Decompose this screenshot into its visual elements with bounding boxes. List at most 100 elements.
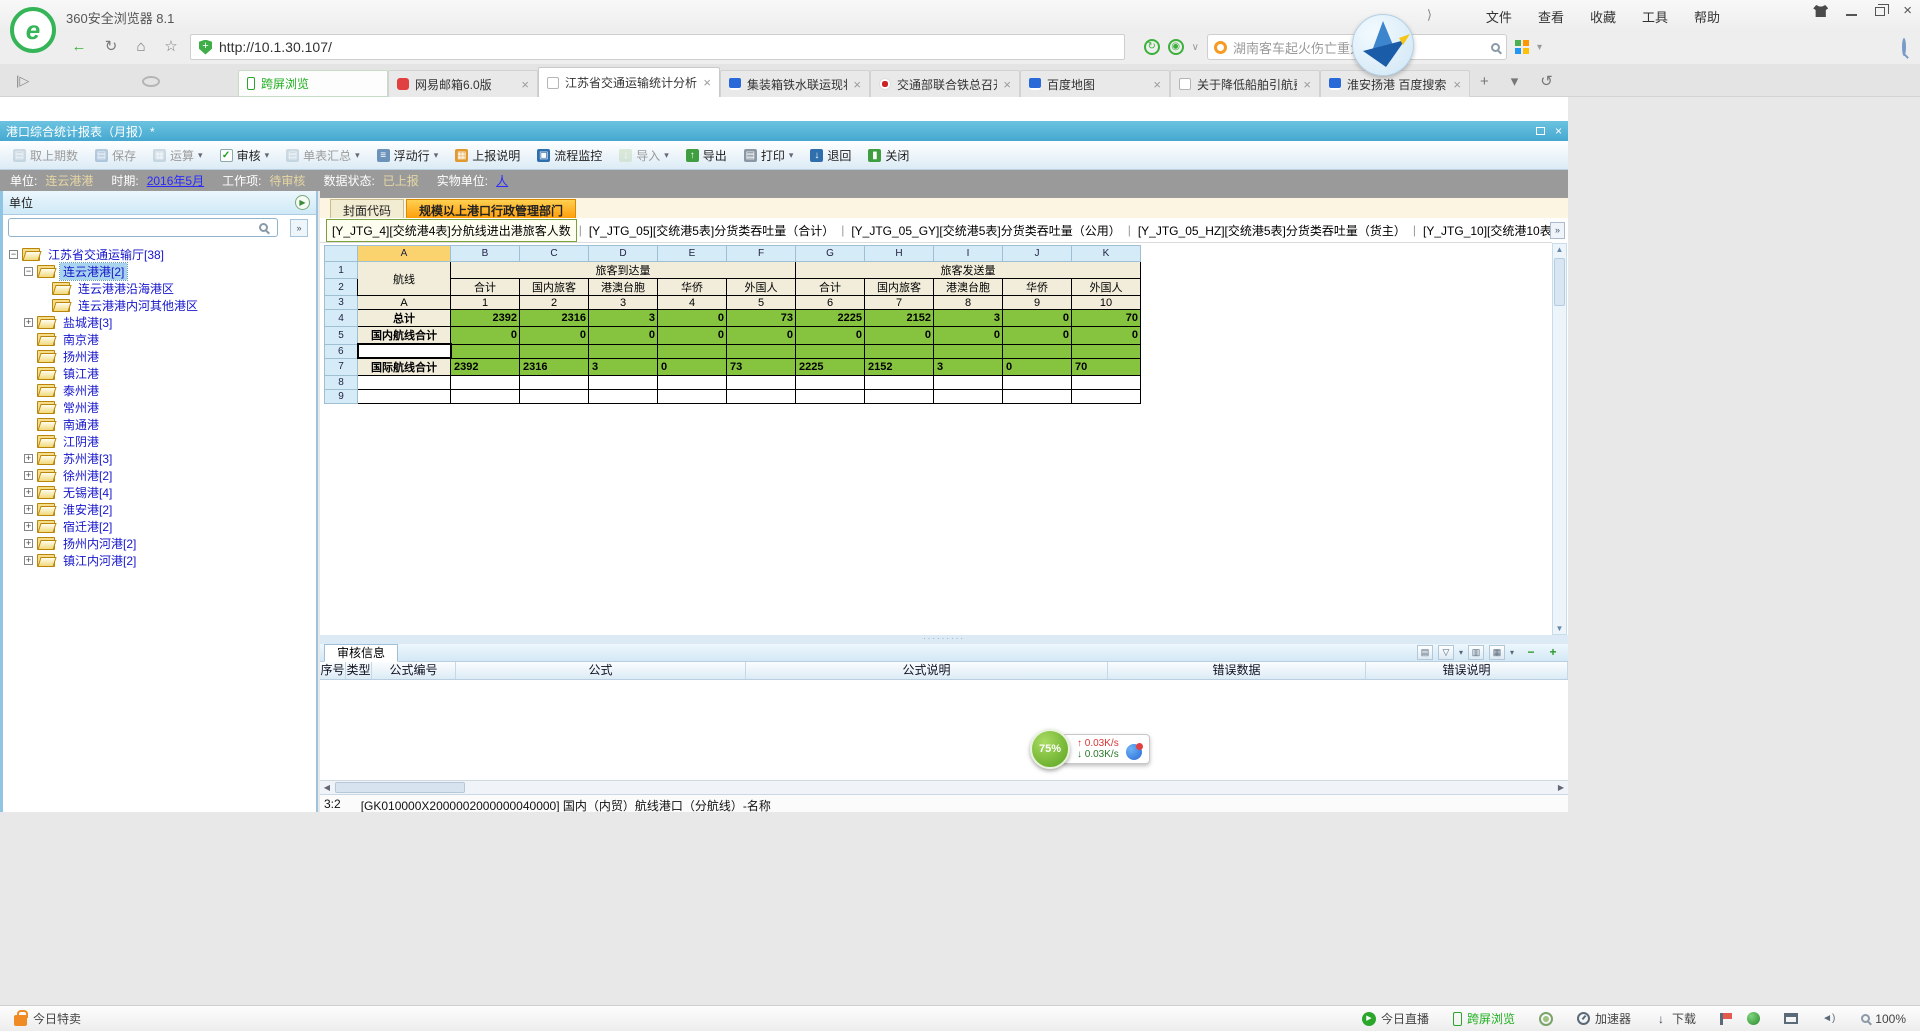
grid-cell[interactable]: 0 bbox=[1003, 310, 1072, 327]
browser-tab[interactable]: 交通部联合铁总召开推进× bbox=[870, 70, 1020, 97]
grid-cell[interactable] bbox=[451, 376, 520, 390]
tree-item[interactable]: +无锡港[4] bbox=[3, 484, 316, 501]
audit-column-header[interactable]: 类型 bbox=[346, 662, 372, 679]
grid-cell[interactable] bbox=[865, 376, 934, 390]
taskbar-ball[interactable] bbox=[1747, 1012, 1760, 1025]
session-restore-icon[interactable]: |▷ bbox=[16, 73, 29, 89]
apps-grid-icon[interactable] bbox=[1515, 40, 1529, 54]
tab-close-icon[interactable]: × bbox=[521, 77, 529, 92]
row-header[interactable]: 7 bbox=[325, 358, 358, 376]
taskbar-download[interactable]: 下载 bbox=[1655, 1010, 1696, 1027]
grid-cell[interactable] bbox=[520, 344, 589, 358]
tree-expand-icon[interactable]: + bbox=[24, 454, 33, 463]
grid-cell[interactable]: 3 bbox=[589, 310, 658, 327]
tree-expand-icon[interactable]: + bbox=[24, 318, 33, 327]
sheet-tabs-more-button[interactable]: » bbox=[1550, 222, 1565, 239]
tree-item[interactable]: +淮安港[2] bbox=[3, 501, 316, 518]
site-safety-shield-icon[interactable] bbox=[199, 40, 212, 55]
browser-tab[interactable]: 关于降低船舶引航费收费× bbox=[1170, 70, 1320, 97]
scroll-thumb[interactable] bbox=[1554, 258, 1565, 306]
grid-row-label[interactable]: 总计 bbox=[358, 310, 451, 327]
filter-dropdown-icon[interactable]: ▾ bbox=[1459, 648, 1463, 657]
audit-button[interactable]: ✓审核▾ bbox=[213, 144, 277, 167]
grid-cell[interactable] bbox=[451, 390, 520, 404]
taskbar-phone-green[interactable]: 跨屏浏览 bbox=[1453, 1010, 1515, 1027]
report-note-button[interactable]: ▦上报说明 bbox=[448, 144, 527, 167]
tree-item[interactable]: 南通港 bbox=[3, 416, 316, 433]
grid-cell[interactable] bbox=[865, 344, 934, 358]
grid-cell[interactable] bbox=[658, 376, 727, 390]
grid-cell[interactable] bbox=[658, 344, 727, 358]
grid-cell[interactable]: 5 bbox=[727, 296, 796, 310]
grid-cell[interactable]: 9 bbox=[1003, 296, 1072, 310]
hscroll-thumb[interactable] bbox=[335, 782, 465, 793]
tree-item[interactable]: 连云港港内河其他港区 bbox=[3, 297, 316, 314]
row-header[interactable]: 9 bbox=[325, 390, 358, 404]
page-tab[interactable]: 规模以上港口行政管理部门 bbox=[406, 199, 576, 218]
audit-export-icon[interactable]: ▥ bbox=[1468, 645, 1484, 660]
save-button[interactable]: ▤保存 bbox=[88, 144, 143, 167]
return-button[interactable]: ↓退回 bbox=[803, 144, 858, 167]
grid-cell[interactable] bbox=[358, 390, 451, 404]
audit-column-header[interactable]: 公式编号 bbox=[372, 662, 456, 679]
tree-item[interactable]: 镇江港 bbox=[3, 365, 316, 382]
sidebar-search-icon[interactable] bbox=[259, 223, 268, 232]
browser-tab[interactable]: 江苏省交通运输统计分析× bbox=[538, 67, 720, 97]
grid-cell[interactable]: 1 bbox=[451, 296, 520, 310]
audit-info-tab[interactable]: 审核信息 bbox=[324, 644, 398, 662]
grid-cell[interactable]: 2316 bbox=[520, 358, 589, 376]
search-icon[interactable] bbox=[1491, 43, 1500, 52]
apps-dropdown-icon[interactable]: ▾ bbox=[1537, 42, 1542, 53]
grid-cell[interactable] bbox=[358, 376, 451, 390]
skin-icon[interactable] bbox=[1813, 5, 1828, 17]
chevron-down-icon[interactable]: ∨ bbox=[1192, 42, 1199, 53]
tree-item[interactable]: +盐城港[3] bbox=[3, 314, 316, 331]
column-header[interactable]: B bbox=[451, 246, 520, 262]
grid-cell[interactable] bbox=[658, 390, 727, 404]
tree-item[interactable]: 扬州港 bbox=[3, 348, 316, 365]
sheet-tab[interactable]: [Y_JTG_4][交统港4表]分航线进出港旅客人数 bbox=[326, 219, 577, 242]
zoom-search-icon[interactable] bbox=[1902, 40, 1906, 54]
entity-link[interactable]: 人 bbox=[496, 172, 508, 189]
column-header[interactable]: K bbox=[1072, 246, 1141, 262]
menu-item[interactable]: 文件 bbox=[1486, 7, 1512, 26]
grid-cell[interactable] bbox=[865, 390, 934, 404]
grid-cell[interactable]: 3 bbox=[589, 358, 658, 376]
grid-cell[interactable]: 2152 bbox=[865, 310, 934, 327]
tree-item[interactable]: 江阴港 bbox=[3, 433, 316, 450]
grid-cell[interactable]: A bbox=[358, 296, 451, 310]
close-button[interactable]: ▮关闭 bbox=[861, 144, 916, 167]
grid-cell[interactable]: 0 bbox=[1003, 327, 1072, 345]
grid-cell[interactable]: 2392 bbox=[451, 310, 520, 327]
grid-cell[interactable]: 华侨 bbox=[658, 279, 727, 296]
audit-filter-icon[interactable]: ▽ bbox=[1438, 645, 1454, 660]
refresh-all-icon[interactable]: ↻ bbox=[1144, 39, 1160, 55]
grid-cell[interactable] bbox=[1072, 376, 1141, 390]
speed-percent-badge[interactable]: 75% bbox=[1030, 729, 1070, 769]
grid-cell[interactable]: 0 bbox=[727, 327, 796, 345]
speed-widget[interactable]: 75% ↑ 0.03K/s ↓ 0.03K/s bbox=[1030, 729, 1150, 769]
period-link[interactable]: 2016年5月 bbox=[147, 172, 204, 189]
taskbar-window[interactable] bbox=[1784, 1013, 1798, 1024]
favorite-button[interactable]: ☆ bbox=[158, 35, 184, 59]
grid-cell[interactable]: 旅客到达量 bbox=[451, 262, 796, 279]
grid-cell[interactable] bbox=[589, 376, 658, 390]
page-tab[interactable]: 封面代码 bbox=[330, 199, 404, 218]
tab-close-icon[interactable]: × bbox=[1303, 77, 1311, 92]
export-button[interactable]: ↑导出 bbox=[679, 144, 734, 167]
tree-item[interactable]: +徐州港[2] bbox=[3, 467, 316, 484]
tree-item[interactable]: 泰州港 bbox=[3, 382, 316, 399]
grid-cell[interactable] bbox=[520, 390, 589, 404]
grid-cell[interactable]: 3 bbox=[589, 296, 658, 310]
menu-item[interactable]: 工具 bbox=[1642, 7, 1668, 26]
audit-column-header[interactable]: 序号 bbox=[320, 662, 346, 679]
grid-cell[interactable]: 70 bbox=[1072, 310, 1141, 327]
grid-cell[interactable] bbox=[934, 344, 1003, 358]
column-header[interactable]: F bbox=[727, 246, 796, 262]
minimize-button[interactable] bbox=[1846, 14, 1857, 16]
tree-item[interactable]: 连云港港沿海港区 bbox=[3, 280, 316, 297]
grid-cell[interactable]: 0 bbox=[589, 327, 658, 345]
column-header[interactable]: G bbox=[796, 246, 865, 262]
taskbar-network[interactable] bbox=[1539, 1012, 1553, 1026]
grid-cell[interactable]: 国内旅客 bbox=[520, 279, 589, 296]
